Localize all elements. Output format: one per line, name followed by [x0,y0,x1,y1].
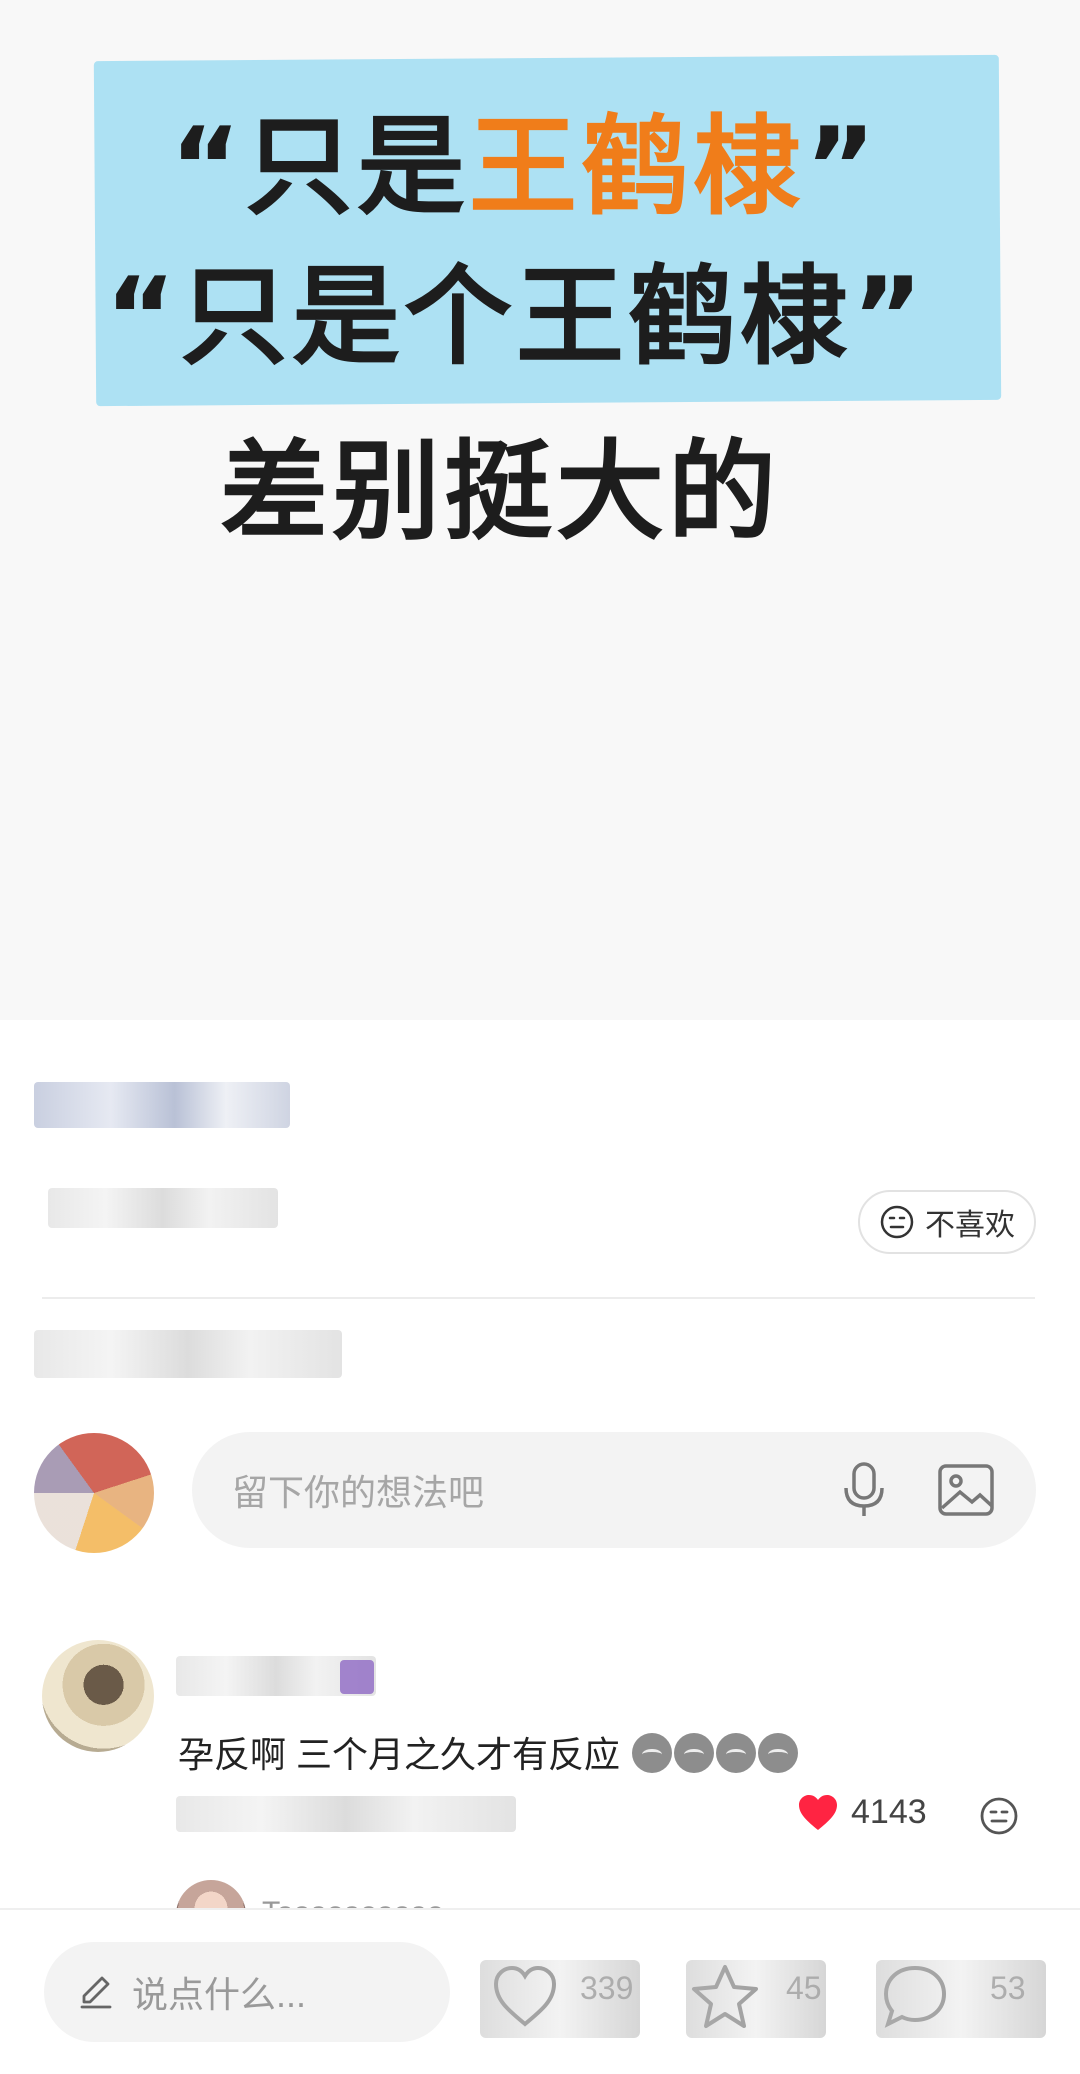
my-avatar[interactable] [34,1433,154,1553]
post-meta-censored [48,1188,278,1228]
heart-icon [799,1794,837,1830]
poster-accent-name: 王鹤棣 [468,105,805,230]
say-something-input[interactable]: 说点什么... [44,1942,450,2042]
comment-input[interactable]: 留下你的想法吧 [192,1432,1036,1548]
poster-line-3: 差别挺大的 [220,430,781,555]
dislike-label: 不喜欢 [925,1209,1015,1242]
like-count: 4143 [851,1793,927,1831]
neutral-face-icon [880,1205,914,1239]
comment-text[interactable]: 孕反啊 三个月之久才有反应 [178,1726,799,1778]
emoji-icon [632,1733,673,1773]
user-badge-icon [340,1660,374,1694]
post-tag-censored [34,1082,290,1128]
emoji-icon [674,1733,715,1773]
dislike-button[interactable]: 不喜欢 [858,1190,1036,1254]
emoji-react-icon[interactable] [978,1795,1020,1837]
comment-meta-censored [176,1796,516,1832]
pencil-icon [80,1976,112,2009]
emoji-icon [716,1733,757,1773]
comment-placeholder: 留下你的想法吧 [232,1472,485,1513]
comment-like-button[interactable]: 4143 [797,1793,927,1832]
commenter-avatar[interactable] [42,1640,154,1752]
bottom-action-bar: 说点什么... 339 45 53 [0,1908,1080,2074]
poster-line-2: “只是个王鹤棣” [105,255,927,380]
censor-overlay [876,1960,1046,2038]
censor-overlay [480,1960,640,2038]
image-icon[interactable] [936,1460,996,1520]
say-something-placeholder: 说点什么... [132,1974,307,2015]
emoji-icon [758,1733,799,1773]
poster-line-1: “只是王鹤棣” [170,105,880,230]
censor-overlay [686,1960,826,2038]
post-image[interactable]: “只是王鹤棣” “只是个王鹤棣” 差别挺大的 [0,0,1080,1020]
divider [42,1297,1035,1299]
comment-count-censored [34,1330,342,1378]
microphone-icon[interactable] [838,1460,890,1520]
